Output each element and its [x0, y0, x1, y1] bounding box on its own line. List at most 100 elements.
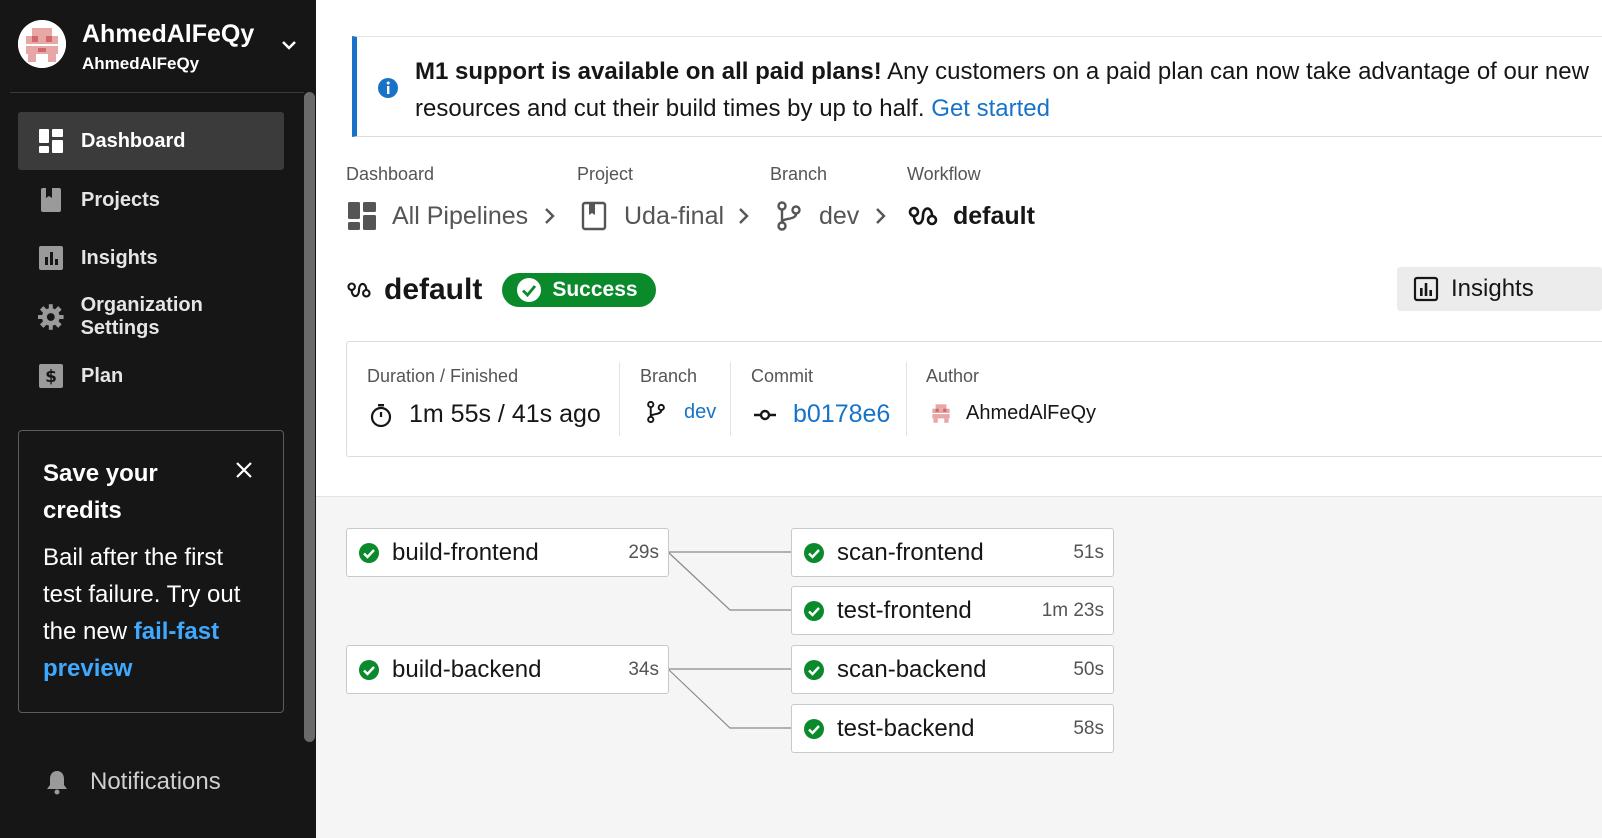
commit-icon [754, 409, 776, 420]
success-check-icon [359, 659, 379, 680]
org-switcher[interactable]: AhmedAlFeQy AhmedAlFeQy [18, 20, 306, 74]
close-icon[interactable] [233, 459, 255, 481]
banner-headline: M1 support is available on all paid plan… [415, 58, 882, 85]
sidebar-item-plan[interactable]: $ Plan [18, 347, 284, 405]
breadcrumb-all-pipelines[interactable]: All Pipelines [346, 198, 528, 234]
sidebar-item-label: Insights [81, 246, 158, 269]
job-build-frontend[interactable]: build-frontend 29s [346, 528, 669, 577]
commit-label: Commit [751, 366, 813, 386]
branch-link[interactable]: dev [684, 401, 716, 424]
chevron-right-icon [876, 208, 886, 224]
success-check-icon [804, 718, 824, 739]
job-duration: 34s [628, 658, 659, 680]
breadcrumb-label-project: Project [577, 164, 634, 184]
info-divider [906, 362, 907, 436]
success-check-icon [804, 542, 824, 563]
job-duration: 29s [628, 541, 659, 563]
org-name: AhmedAlFeQy [82, 20, 255, 48]
branch-value: dev [644, 400, 716, 424]
page-title: default [384, 273, 483, 306]
branch-label: Branch [640, 366, 698, 386]
breadcrumb-text: dev [819, 201, 860, 230]
duration-value: 1m 55s / 41s ago [369, 400, 601, 429]
breadcrumb-label-workflow: Workflow [907, 164, 981, 184]
job-test-frontend[interactable]: test-frontend 1m 23s [791, 586, 1114, 635]
sidebar-item-label: Plan [81, 364, 124, 387]
get-started-link[interactable]: Get started [931, 95, 1050, 122]
sidebar-item-label: Organization Settings [80, 294, 203, 339]
org-username: AhmedAlFeQy [82, 54, 200, 73]
author-label: Author [926, 366, 980, 386]
insights-icon [39, 246, 63, 270]
dollar-icon: $ [39, 364, 63, 388]
org-avatar [18, 20, 66, 68]
bell-icon [47, 771, 67, 795]
job-duration: 58s [1073, 717, 1104, 739]
duration-text: 1m 55s / 41s ago [409, 400, 601, 428]
workflow-icon [347, 282, 371, 298]
job-scan-frontend[interactable]: scan-frontend 51s [791, 528, 1114, 577]
insights-icon [1413, 276, 1439, 302]
job-name: test-frontend [837, 596, 972, 624]
promo-card: Save your credits Bail after the first t… [18, 430, 284, 713]
duration-label: Duration / Finished [367, 366, 519, 386]
info-divider [619, 362, 620, 436]
promo-title: Save your credits [43, 460, 158, 524]
chevron-right-icon [545, 208, 555, 224]
workflow-graph: build-frontend 29s scan-frontend 51s tes… [316, 496, 1602, 838]
status-badge: Success [502, 273, 656, 307]
notifications-label: Notifications [90, 768, 221, 795]
workflow-icon [908, 206, 938, 226]
stopwatch-icon [370, 403, 392, 427]
branch-icon [777, 201, 801, 231]
success-check-icon [804, 659, 824, 680]
sidebar-item-dashboard[interactable]: Dashboard [18, 112, 284, 170]
status-text: Success [552, 278, 638, 301]
dashboard-icon [39, 129, 63, 153]
author-name: AhmedAlFeQy [966, 401, 1097, 424]
author-avatar [928, 400, 954, 426]
chevron-right-icon [739, 208, 749, 224]
banner-text: M1 support is available on all paid plan… [415, 53, 1589, 127]
breadcrumb-project[interactable]: Uda-final [578, 198, 724, 234]
job-name: build-frontend [392, 538, 539, 566]
sidebar-item-insights[interactable]: Insights [18, 229, 284, 287]
job-duration: 1m 23s [1041, 599, 1104, 621]
sidebar-item-label: Projects [81, 188, 160, 211]
commit-value: b0178e6 [753, 400, 890, 429]
info-icon [378, 78, 398, 98]
job-test-backend[interactable]: test-backend 58s [791, 704, 1114, 753]
projects-icon [41, 188, 61, 212]
breadcrumb-branch[interactable]: dev [773, 198, 859, 234]
sidebar-item-label: Dashboard [81, 129, 186, 152]
chevron-down-icon [282, 41, 296, 50]
job-scan-backend[interactable]: scan-backend 50s [791, 645, 1114, 694]
branch-icon [647, 400, 665, 424]
job-build-backend[interactable]: build-backend 34s [346, 645, 669, 694]
sidebar-item-projects[interactable]: Projects [18, 171, 284, 229]
job-duration: 50s [1073, 658, 1104, 680]
sidebar-item-organization-settings[interactable]: Organization Settings [18, 288, 284, 346]
breadcrumb-text: default [953, 201, 1035, 230]
insights-button-label: Insights [1451, 275, 1534, 302]
banner-line-2: resources and cut their build times by u… [415, 95, 932, 122]
sidebar: AhmedAlFeQy AhmedAlFeQy Dashboard Projec… [0, 0, 316, 838]
job-name: test-backend [837, 714, 975, 742]
job-name: scan-backend [837, 655, 987, 683]
announcement-banner: M1 support is available on all paid plan… [352, 36, 1602, 137]
info-divider [730, 362, 731, 436]
breadcrumb-text: All Pipelines [392, 201, 529, 230]
workflow-info-card: Duration / Finished 1m 55s / 41s ago Bra… [346, 341, 1602, 457]
notifications-button[interactable]: Notifications [44, 768, 221, 796]
svg-text:$: $ [45, 367, 57, 387]
dashboard-icon [348, 202, 376, 230]
job-name: build-backend [392, 655, 542, 683]
commit-link[interactable]: b0178e6 [793, 400, 890, 429]
promo-body: Bail after the first test failure. Try o… [43, 539, 259, 687]
sidebar-scrollbar[interactable] [304, 92, 315, 742]
success-check-icon [804, 600, 824, 621]
job-duration: 51s [1073, 541, 1104, 563]
gear-icon [38, 304, 64, 330]
insights-button[interactable]: Insights [1397, 267, 1602, 311]
connector-build-frontend-test-frontend [667, 551, 792, 611]
